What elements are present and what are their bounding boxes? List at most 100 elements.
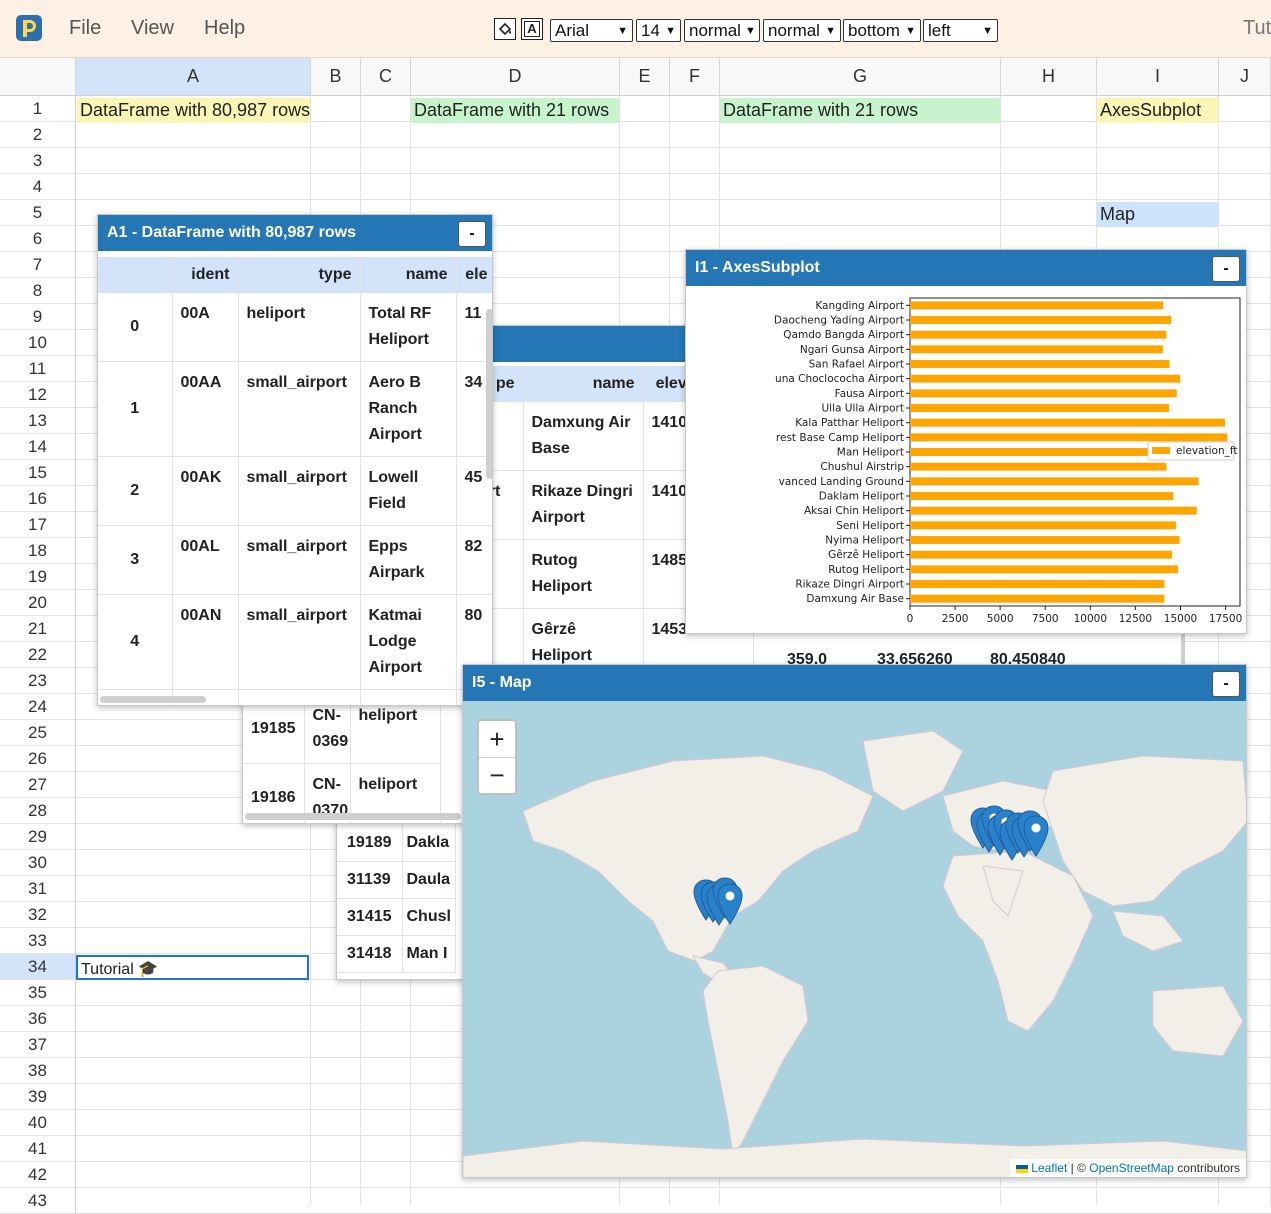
horizontal-scrollbar[interactable]: [245, 813, 461, 820]
row-header[interactable]: 21: [0, 616, 76, 642]
map-marker-icon[interactable]: [717, 883, 743, 925]
dataframe-window-a1[interactable]: A1 - DataFrame with 80,987 rows - ident t…: [97, 214, 493, 706]
row-header[interactable]: 12: [0, 382, 76, 408]
row-header[interactable]: 35: [0, 980, 76, 1006]
column-header[interactable]: C: [361, 58, 411, 96]
font-weight-select[interactable]: normal ▼: [684, 19, 760, 42]
row-header[interactable]: 8: [0, 278, 76, 304]
row-header[interactable]: 23: [0, 668, 76, 694]
leaflet-link[interactable]: Leaflet: [1031, 1161, 1067, 1175]
row-header[interactable]: 3: [0, 148, 76, 174]
row-header[interactable]: 20: [0, 590, 76, 616]
column-header[interactable]: F: [670, 58, 720, 96]
row-header[interactable]: 19: [0, 564, 76, 590]
font-size-select[interactable]: 14 ▼: [636, 19, 681, 42]
column-header[interactable]: E: [620, 58, 670, 96]
app-logo-icon[interactable]: [14, 13, 44, 43]
column-header[interactable]: J: [1219, 58, 1271, 96]
map-marker-icon[interactable]: [1023, 815, 1049, 857]
bar: [910, 389, 1177, 398]
vertical-scrollbar[interactable]: [486, 309, 492, 479]
font-family-select[interactable]: Arial ▼: [550, 19, 633, 42]
row-header[interactable]: 5: [0, 200, 76, 226]
column-header[interactable]: H: [1001, 58, 1097, 96]
row-header[interactable]: 26: [0, 746, 76, 772]
row-header[interactable]: 29: [0, 824, 76, 850]
row-header[interactable]: 13: [0, 408, 76, 434]
row-header[interactable]: 40: [0, 1110, 76, 1136]
row-header[interactable]: 24: [0, 694, 76, 720]
row-header[interactable]: 6: [0, 226, 76, 252]
row-header[interactable]: 2: [0, 122, 76, 148]
fill-color-button[interactable]: [494, 18, 516, 40]
vertical-align-select[interactable]: bottom ▼: [843, 19, 921, 42]
font-style-select[interactable]: normal ▼: [763, 19, 841, 42]
dataframe-window-back[interactable]: 19189 Dakla 31139 Daula 31415 Chusl 31418 Man I: [336, 820, 476, 980]
row-header[interactable]: 30: [0, 850, 76, 876]
window-title[interactable]: I5 - Map: [463, 665, 1246, 701]
column-header[interactable]: B: [311, 58, 361, 96]
row-header[interactable]: 41: [0, 1136, 76, 1162]
row-header[interactable]: 18: [0, 538, 76, 564]
row-header[interactable]: 9: [0, 304, 76, 330]
vertical-scrollbar[interactable]: [1181, 633, 1185, 665]
window-title[interactable]: A1 - DataFrame with 80,987 rows: [98, 215, 492, 251]
row-header[interactable]: 38: [0, 1058, 76, 1084]
row-header[interactable]: 10: [0, 330, 76, 356]
minimize-button[interactable]: -: [1212, 671, 1240, 697]
column-header[interactable]: I: [1097, 58, 1219, 96]
row-header[interactable]: 36: [0, 1006, 76, 1032]
row-header[interactable]: 22: [0, 642, 76, 668]
tutorial-link[interactable]: Tut: [1243, 17, 1271, 40]
row-header[interactable]: 1: [0, 96, 76, 122]
map-window-i5[interactable]: I5 - Map - + − Leaflet | © OpenStreetMap…: [462, 664, 1247, 1178]
minimize-button[interactable]: -: [1212, 256, 1240, 282]
column-header[interactable]: D: [411, 58, 620, 96]
window-title[interactable]: I1 - AxesSubplot: [686, 250, 1246, 286]
minimize-button[interactable]: -: [458, 221, 486, 247]
row-header[interactable]: 28: [0, 798, 76, 824]
row-header[interactable]: 42: [0, 1162, 76, 1188]
bar: [910, 477, 1199, 486]
menu-view[interactable]: View: [131, 17, 174, 40]
zoom-out-button[interactable]: −: [479, 757, 515, 793]
ident-cell: 00AK: [172, 456, 239, 526]
menu-file[interactable]: File: [69, 17, 101, 40]
row-header[interactable]: 43: [0, 1188, 76, 1214]
row-header[interactable]: 15: [0, 460, 76, 486]
column-header[interactable]: G: [720, 58, 1001, 96]
cell-d1[interactable]: DataFrame with 21 rows: [411, 98, 619, 123]
cell-i1[interactable]: AxesSubplot: [1097, 98, 1218, 123]
osm-link[interactable]: OpenStreetMap: [1089, 1161, 1174, 1175]
cell-i5[interactable]: Map: [1097, 202, 1218, 227]
chevron-down-icon: ▼: [982, 24, 993, 37]
row-header[interactable]: 17: [0, 512, 76, 538]
corner-header[interactable]: [0, 58, 76, 96]
text-color-button[interactable]: A: [521, 18, 543, 40]
row-header[interactable]: 39: [0, 1084, 76, 1110]
row-header[interactable]: 14: [0, 434, 76, 460]
row-header[interactable]: 27: [0, 772, 76, 798]
row-header[interactable]: 4: [0, 174, 76, 200]
column-header: [98, 257, 173, 293]
zoom-in-button[interactable]: +: [479, 721, 515, 757]
row-header[interactable]: 11: [0, 356, 76, 382]
cell-a1[interactable]: DataFrame with 80,987 rows: [77, 98, 310, 123]
row-header[interactable]: 7: [0, 252, 76, 278]
attribution-separator: | ©: [1067, 1161, 1090, 1175]
cell-a34[interactable]: Tutorial 🎓: [76, 955, 309, 980]
row-header[interactable]: 34: [0, 954, 76, 980]
horizontal-scrollbar[interactable]: [100, 696, 206, 703]
menu-help[interactable]: Help: [204, 17, 245, 40]
horizontal-align-select[interactable]: left ▼: [923, 19, 998, 42]
row-header[interactable]: 32: [0, 902, 76, 928]
column-header[interactable]: A: [76, 58, 311, 96]
row-header[interactable]: 33: [0, 928, 76, 954]
row-header[interactable]: 16: [0, 486, 76, 512]
row-header[interactable]: 31: [0, 876, 76, 902]
cell-g1[interactable]: DataFrame with 21 rows: [720, 98, 1000, 123]
chart-window-i1[interactable]: I1 - AxesSubplot - Kangding Airport Daoch…: [685, 249, 1247, 634]
map-view[interactable]: + − Leaflet | © OpenStreetMap contributo…: [463, 701, 1246, 1177]
row-header[interactable]: 37: [0, 1032, 76, 1058]
row-header[interactable]: 25: [0, 720, 76, 746]
